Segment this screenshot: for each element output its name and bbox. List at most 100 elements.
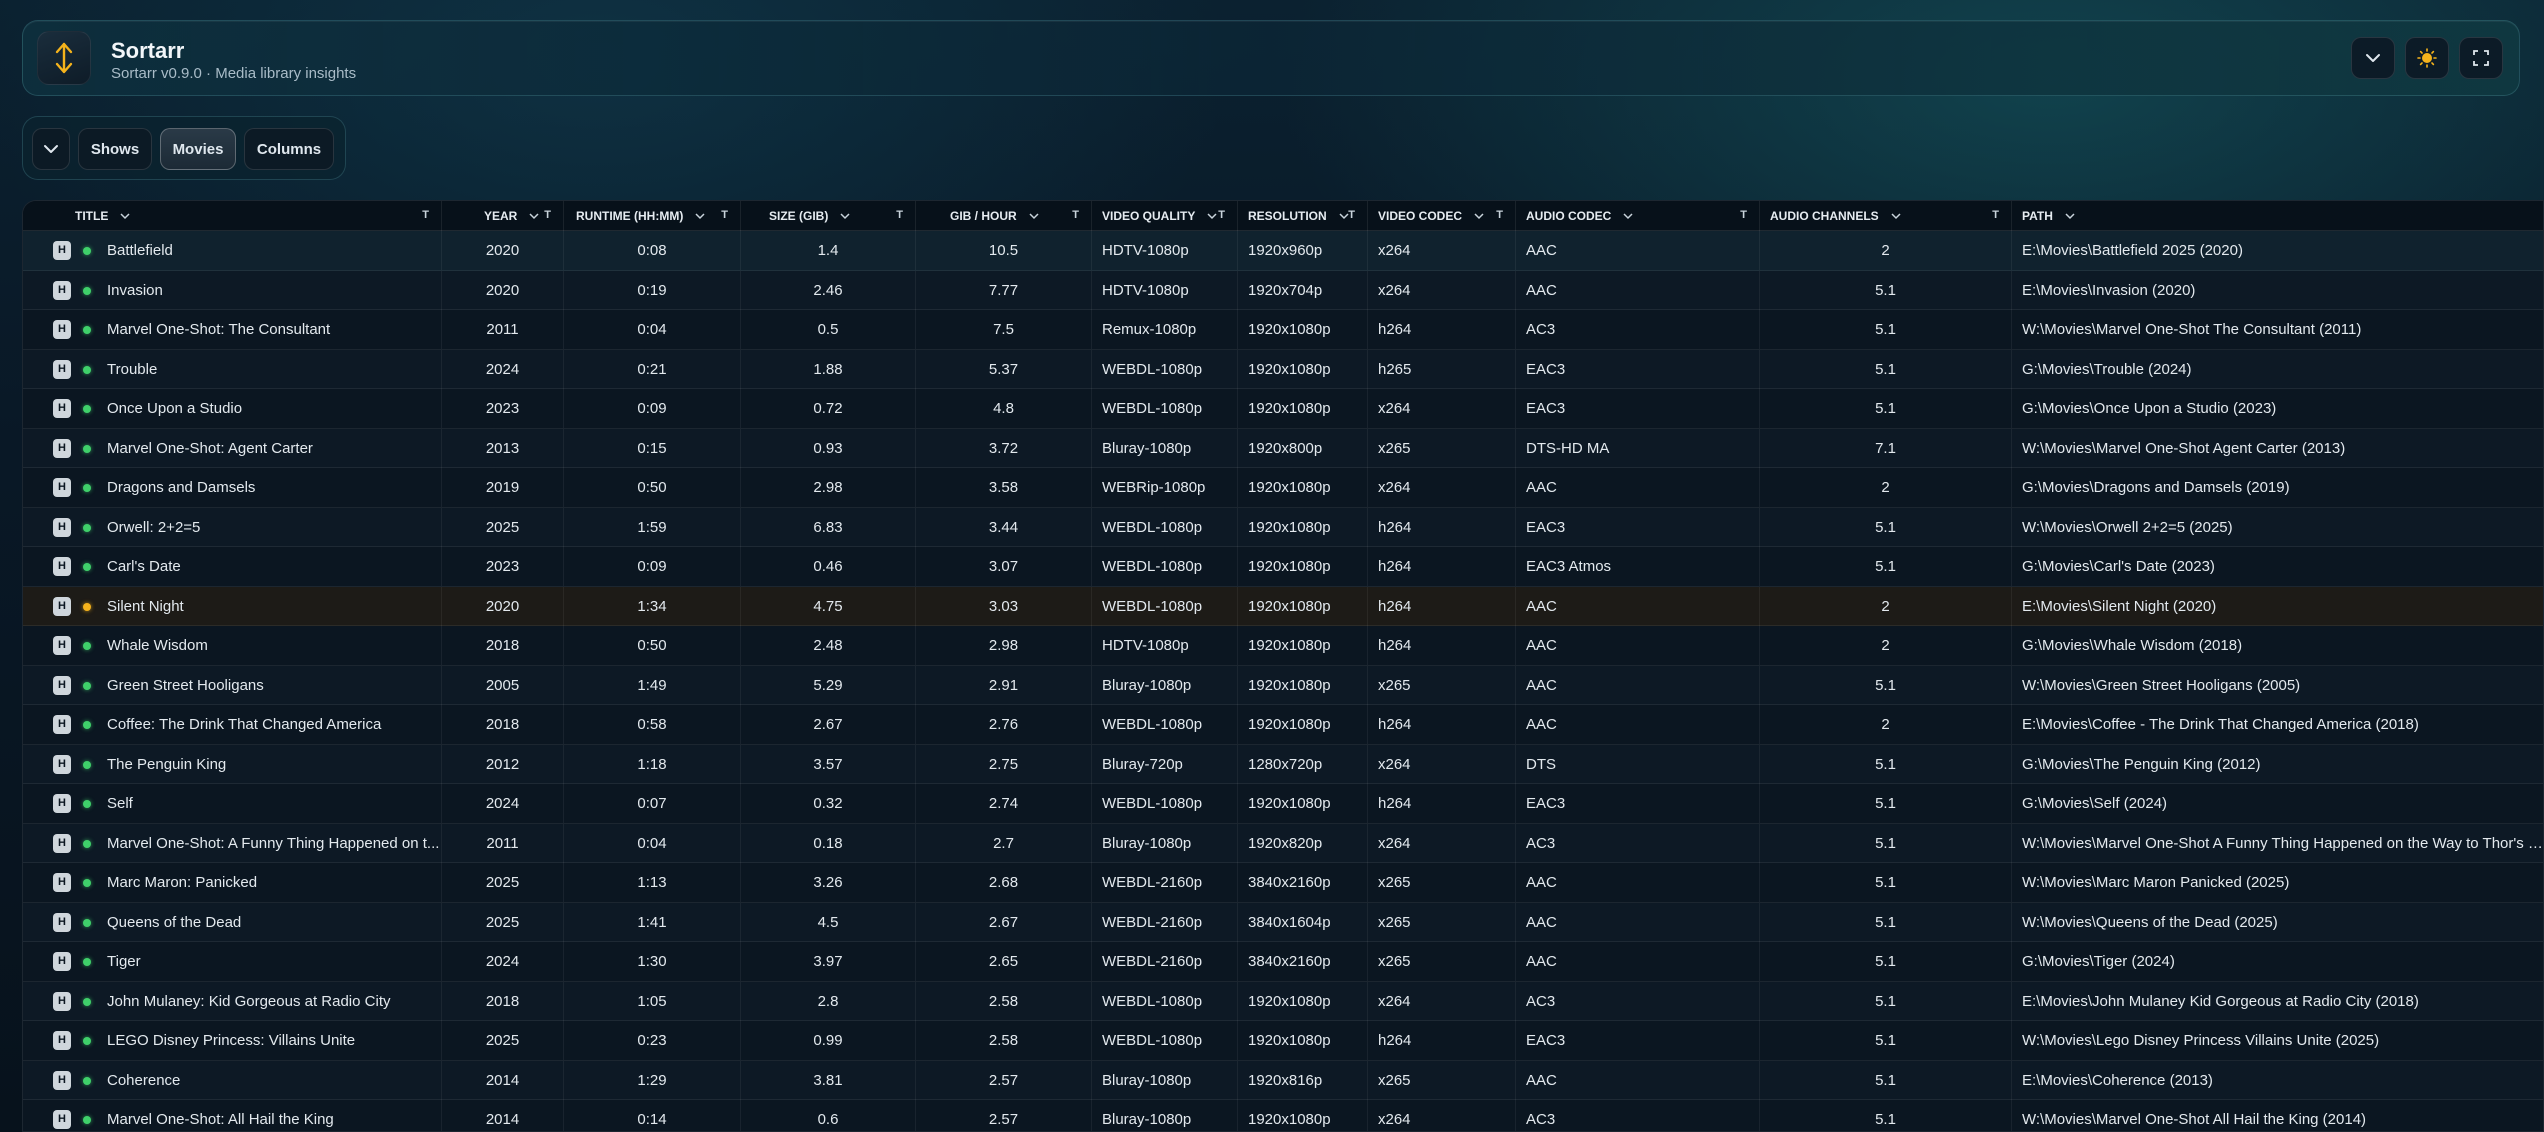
sort-chevron-icon[interactable] (840, 213, 850, 220)
column-header-audio-codec[interactable]: Audio Codec T (1516, 201, 1760, 231)
table-row[interactable]: H Marvel One-Shot: The Consultant 2011 0:04… (23, 310, 2543, 350)
cell-gibhr: 7.77 (916, 270, 1092, 310)
column-divider (441, 1060, 442, 1100)
sort-chevron-icon[interactable] (1474, 213, 1484, 220)
column-header-video-codec[interactable]: Video Codec T (1368, 201, 1516, 231)
h-badge[interactable]: H (53, 675, 71, 695)
h-badge[interactable]: H (53, 636, 71, 655)
table-row[interactable]: H Coffee: The Drink That Changed America 2… (23, 705, 2543, 745)
table-row[interactable]: H Silent Night 2020 1:34 4.75 3.03 WEBDL-1080p… (23, 586, 2543, 626)
table-row[interactable]: H John Mulaney: Kid Gorgeous at Radio Cit… (23, 981, 2543, 1021)
fullscreen-button[interactable] (2459, 37, 2503, 79)
h-badge[interactable]: H (53, 912, 71, 932)
h-badge[interactable]: H (53, 754, 71, 774)
h-badge[interactable]: H (53, 359, 71, 379)
cell-vcodec: x264 (1378, 823, 1516, 863)
cell-channels: 2 (1760, 231, 2012, 270)
collapse-header-button[interactable] (2351, 37, 2395, 79)
h-badge[interactable]: H (53, 1031, 71, 1050)
filter-icon[interactable]: T (544, 209, 551, 221)
h-badge[interactable]: H (53, 991, 71, 1011)
h-badge[interactable]: H (53, 241, 71, 260)
sort-chevron-icon[interactable] (120, 213, 130, 220)
filter-icon[interactable]: T (896, 209, 903, 221)
table-row[interactable]: H Queens of the Dead 2025 1:41 4.5 2.67 WEBDL-… (23, 902, 2543, 942)
sort-chevron-icon[interactable] (1891, 213, 1901, 220)
filter-icon[interactable]: T (422, 209, 429, 221)
h-badge[interactable]: H (53, 715, 71, 734)
table-row[interactable]: H Orwell: 2+2=5 2025 1:59 6.83 3.44 WEBDL-1080… (23, 507, 2543, 547)
column-header-year[interactable]: Year T (442, 201, 564, 231)
column-header-path[interactable]: Path (2012, 201, 2543, 231)
h-badge[interactable]: H (53, 320, 71, 339)
theme-toggle-button[interactable] (2405, 37, 2449, 79)
cell-year: 2011 (442, 310, 564, 349)
table-row[interactable]: H Tiger 2024 1:30 3.97 2.65 WEBDL-2160p 3840x21… (23, 942, 2543, 982)
table-row[interactable]: H LEGO Disney Princess: Villains Unite 202… (23, 1021, 2543, 1061)
h-badge[interactable]: H (53, 596, 71, 616)
table-row[interactable]: H Green Street Hooligans 2005 1:49 5.29 2.91 B… (23, 665, 2543, 705)
column-header-runtime-hh-mm[interactable]: Runtime (hh:mm) T (564, 201, 741, 231)
h-badge[interactable]: H (53, 438, 71, 458)
filter-icon[interactable]: T (1348, 209, 1355, 221)
sort-chevron-icon[interactable] (1623, 213, 1633, 220)
cell-channels: 5.1 (1760, 270, 2012, 310)
table-row[interactable]: H Carl's Date 2023 0:09 0.46 3.07 WEBDL-1080p 1… (23, 547, 2543, 587)
cell-size: 6.83 (741, 507, 916, 547)
sort-chevron-icon[interactable] (1029, 213, 1039, 220)
table-row[interactable]: H Marvel One-Shot: All Hail the King 2014 0… (23, 1100, 2543, 1131)
table-row[interactable]: H Once Upon a Studio 2023 0:09 0.72 4.8 WEBDL-… (23, 389, 2543, 429)
cell-channels: 5.1 (1760, 942, 2012, 981)
tab-shows[interactable]: Shows (78, 128, 152, 170)
filter-icon[interactable]: T (1740, 209, 1747, 221)
table-row[interactable]: H Marvel One-Shot: Agent Carter 2013 0:15 0.… (23, 428, 2543, 468)
sort-chevron-icon[interactable] (695, 213, 705, 220)
table-row[interactable]: H Invasion 2020 0:19 2.46 7.77 HDTV-1080p 1920x… (23, 270, 2543, 310)
tab-movies[interactable]: Movies (160, 128, 236, 170)
table-row[interactable]: H Battlefield 2020 0:08 1.4 10.5 HDTV-1080p 192… (23, 231, 2543, 271)
cell-gibhr: 2.58 (916, 981, 1092, 1021)
filter-icon[interactable]: T (1218, 209, 1225, 221)
column-header-video-quality[interactable]: Video Quality T (1092, 201, 1238, 231)
cell-acodec: AAC (1526, 1060, 1760, 1100)
h-badge[interactable]: H (53, 952, 71, 971)
cell-channels: 2 (1760, 468, 2012, 507)
column-header-gib-hour[interactable]: GiB / hour T (916, 201, 1092, 231)
filter-icon[interactable]: T (1992, 209, 1999, 221)
column-divider (441, 705, 442, 744)
h-badge[interactable]: H (53, 399, 71, 418)
sort-chevron-icon[interactable] (2065, 213, 2075, 220)
toolbar-collapse-button[interactable] (32, 128, 70, 170)
cell-acodec: DTS-HD MA (1526, 428, 1760, 468)
table-row[interactable]: H The Penguin King 2012 1:18 3.57 2.75 Bluray-… (23, 744, 2543, 784)
table-row[interactable]: H Whale Wisdom 2018 0:50 2.48 2.98 HDTV-1080p 1… (23, 626, 2543, 666)
columns-button[interactable]: Columns (244, 128, 334, 170)
sort-chevron-icon[interactable] (529, 213, 539, 220)
h-badge[interactable]: H (53, 478, 71, 497)
column-header-title[interactable]: Title T (23, 201, 442, 231)
h-badge[interactable]: H (53, 517, 71, 537)
table-row[interactable]: H Coherence 2014 1:29 3.81 2.57 Bluray-1080p 19… (23, 1060, 2543, 1100)
column-header-audio-channels[interactable]: Audio Channels T (1760, 201, 2012, 231)
column-header-label: Video Codec (1378, 209, 1463, 223)
sort-chevron-icon[interactable] (1207, 213, 1217, 220)
h-badge[interactable]: H (53, 280, 71, 300)
column-header-size-gib[interactable]: Size (GiB) T (741, 201, 916, 231)
column-header-resolution[interactable]: Resolution T (1238, 201, 1368, 231)
table-row[interactable]: H Dragons and Damsels 2019 0:50 2.98 3.58 WEBR… (23, 468, 2543, 508)
filter-icon[interactable]: T (1072, 209, 1079, 221)
table-row[interactable]: H Self 2024 0:07 0.32 2.74 WEBDL-1080p 1920x108… (23, 784, 2543, 824)
h-badge[interactable]: H (53, 1070, 71, 1090)
table-row[interactable]: H Marvel One-Shot: A Funny Thing Happened… (23, 823, 2543, 863)
table-row[interactable]: H Marc Maron: Panicked 2025 1:13 3.26 2.68 WEB… (23, 863, 2543, 903)
h-badge[interactable]: H (53, 1110, 71, 1129)
table-row[interactable]: H Trouble 2024 0:21 1.88 5.37 WEBDL-1080p 1920x… (23, 349, 2543, 389)
h-badge[interactable]: H (53, 557, 71, 576)
h-badge[interactable]: H (53, 794, 71, 813)
cell-vcodec: h264 (1378, 705, 1516, 744)
h-badge[interactable]: H (53, 873, 71, 892)
filter-icon[interactable]: T (1496, 209, 1503, 221)
cell-quality: Bluray-720p (1102, 744, 1238, 784)
h-badge[interactable]: H (53, 833, 71, 853)
filter-icon[interactable]: T (721, 209, 728, 221)
